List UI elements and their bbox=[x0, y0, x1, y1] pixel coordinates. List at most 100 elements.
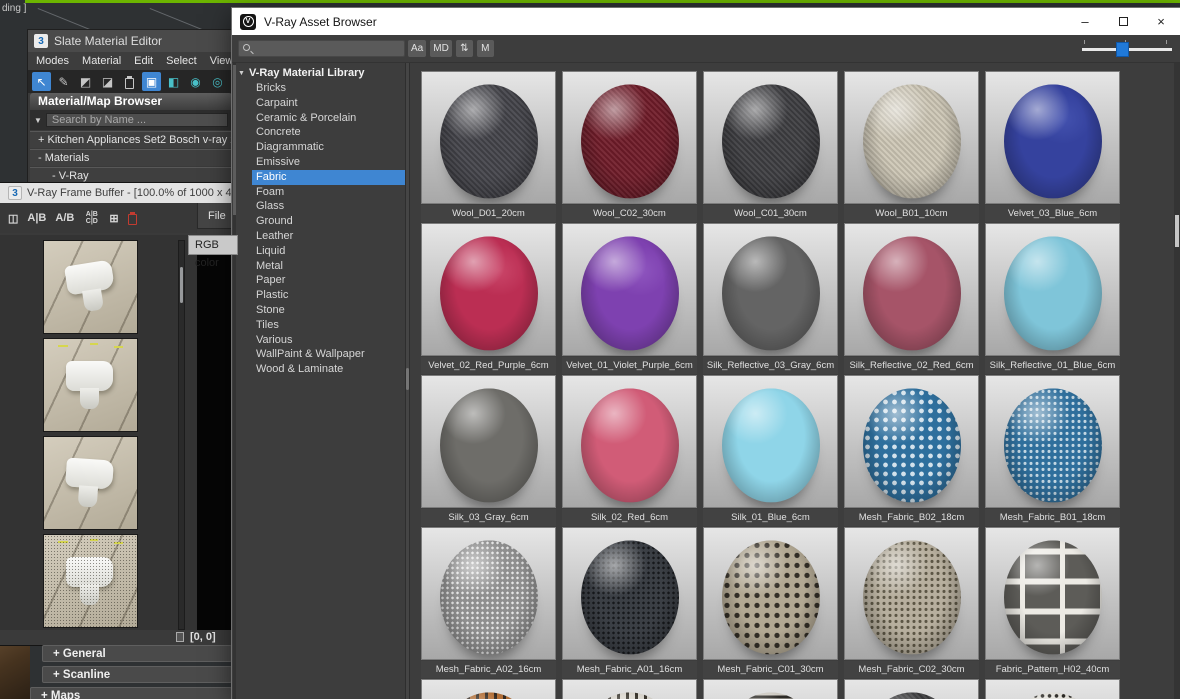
md-filter-button[interactable]: MD bbox=[430, 40, 452, 57]
material-card[interactable]: Velvet_03_Blue_6cm bbox=[985, 71, 1120, 222]
duplicate-to-host-icon[interactable]: ⊞ bbox=[109, 212, 118, 225]
material-card[interactable]: Wool_C02_30cm bbox=[562, 71, 697, 222]
splitter-grip[interactable] bbox=[406, 368, 409, 390]
material-card[interactable]: Velvet_02_Red_Purple_6cm bbox=[421, 223, 556, 374]
vfb-channel-dropdown[interactable]: RGB color bbox=[188, 235, 238, 255]
material-card[interactable]: Wool_D01_20cm bbox=[421, 71, 556, 222]
rollout-general[interactable]: + General bbox=[42, 645, 232, 662]
category-glass[interactable]: Glass bbox=[252, 199, 405, 214]
scrollbar-thumb[interactable] bbox=[180, 267, 183, 303]
material-card[interactable]: Fabric_Pattern_H02_40cm bbox=[985, 527, 1120, 678]
menu-view[interactable]: View bbox=[210, 55, 234, 67]
collapse-arrow-icon[interactable]: ▼ bbox=[238, 70, 245, 77]
material-sphere bbox=[440, 388, 538, 502]
tree-row[interactable]: + Kitchen Appliances Set2 Bosch v-ray 20… bbox=[30, 131, 234, 148]
category-wallpaint-wallpaper[interactable]: WallPaint & Wallpaper bbox=[252, 347, 405, 362]
category-foam[interactable]: Foam bbox=[252, 185, 405, 200]
ab-diagonal-compare-icon[interactable]: A/B bbox=[55, 212, 74, 224]
layout-nodes-icon[interactable]: ▣ bbox=[142, 72, 161, 91]
material-card[interactable]: Silk_03_Gray_6cm bbox=[421, 375, 556, 526]
sort-toggle-button[interactable]: ⇅ bbox=[456, 40, 473, 57]
rollout-scanline[interactable]: + Scanline bbox=[42, 666, 232, 683]
category-paper[interactable]: Paper bbox=[252, 273, 405, 288]
material-card[interactable]: Wool_B01_10cm bbox=[844, 71, 979, 222]
category-emissive[interactable]: Emissive bbox=[252, 155, 405, 170]
menu-select[interactable]: Select bbox=[166, 55, 197, 67]
category-various[interactable]: Various bbox=[252, 333, 405, 348]
thumbnail-size-slider[interactable] bbox=[1080, 35, 1174, 63]
menu-material[interactable]: Material bbox=[82, 55, 121, 67]
material-card-partial[interactable] bbox=[421, 679, 556, 699]
render-history-scrollbar[interactable] bbox=[178, 240, 185, 630]
material-card[interactable]: Mesh_Fabric_C01_30cm bbox=[703, 527, 838, 678]
maximize-button[interactable] bbox=[1104, 8, 1142, 35]
search-by-name-field[interactable]: Search by Name ... bbox=[46, 113, 228, 127]
vfb-title-bar[interactable]: 3 V-Ray Frame Buffer - [100.0% of 1000 x… bbox=[0, 183, 238, 203]
slider-handle[interactable] bbox=[1116, 42, 1129, 57]
material-card[interactable]: Mesh_Fabric_C02_30cm bbox=[844, 527, 979, 678]
library-root-node[interactable]: ▼ V-Ray Material Library bbox=[238, 67, 365, 79]
material-card[interactable]: Silk_Reflective_01_Blue_6cm bbox=[985, 223, 1120, 374]
assign-material-icon[interactable]: ◧ bbox=[164, 72, 183, 91]
category-tiles[interactable]: Tiles bbox=[252, 318, 405, 333]
select-tool-icon[interactable]: ↖ bbox=[32, 72, 51, 91]
material-name: Velvet_02_Red_Purple_6cm bbox=[421, 357, 556, 374]
category-liquid[interactable]: Liquid bbox=[252, 244, 405, 259]
material-card-partial[interactable] bbox=[562, 679, 697, 699]
tree-row[interactable]: - Materials bbox=[30, 149, 234, 166]
render-history-thumbnail[interactable] bbox=[43, 534, 138, 628]
material-card[interactable]: Mesh_Fabric_A02_16cm bbox=[421, 527, 556, 678]
close-button[interactable]: × bbox=[1142, 8, 1180, 35]
render-history-thumbnail[interactable] bbox=[43, 338, 138, 432]
material-card-partial[interactable] bbox=[985, 679, 1120, 699]
category-bricks[interactable]: Bricks bbox=[252, 81, 405, 96]
clear-image-icon[interactable] bbox=[128, 211, 137, 225]
abcd-compare-icon[interactable]: A|B C|D bbox=[83, 211, 100, 225]
scrollbar-thumb[interactable] bbox=[1175, 215, 1179, 247]
material-card[interactable]: Mesh_Fabric_B02_18cm bbox=[844, 375, 979, 526]
menu-modes[interactable]: Modes bbox=[36, 55, 69, 67]
show-end-result-icon[interactable]: ◎ bbox=[208, 72, 227, 91]
material-card[interactable]: Silk_02_Red_6cm bbox=[562, 375, 697, 526]
material-card[interactable]: Mesh_Fabric_A01_16cm bbox=[562, 527, 697, 678]
material-card-partial[interactable] bbox=[844, 679, 979, 699]
category-metal[interactable]: Metal bbox=[252, 259, 405, 274]
category-ground[interactable]: Ground bbox=[252, 214, 405, 229]
category-carpaint[interactable]: Carpaint bbox=[252, 96, 405, 111]
category-fabric[interactable]: Fabric bbox=[252, 170, 405, 185]
material-card[interactable]: Silk_01_Blue_6cm bbox=[703, 375, 838, 526]
minimize-button[interactable]: – bbox=[1066, 8, 1104, 35]
material-card[interactable]: Mesh_Fabric_B01_18cm bbox=[985, 375, 1120, 526]
material-card[interactable]: Silk_Reflective_02_Red_6cm bbox=[844, 223, 979, 374]
save-image-icon[interactable]: ◫ bbox=[8, 212, 18, 225]
menu-edit[interactable]: Edit bbox=[134, 55, 153, 67]
m-filter-button[interactable]: M bbox=[477, 40, 494, 57]
pick-material-icon[interactable]: ✎ bbox=[54, 72, 73, 91]
delete-icon[interactable] bbox=[120, 72, 139, 91]
grid-scrollbar[interactable] bbox=[1174, 63, 1180, 699]
match-case-button[interactable]: Aa bbox=[408, 40, 426, 57]
asset-search-input[interactable] bbox=[238, 40, 405, 57]
category-stone[interactable]: Stone bbox=[252, 303, 405, 318]
category-concrete[interactable]: Concrete bbox=[252, 125, 405, 140]
rollout-maps[interactable]: + Maps bbox=[30, 687, 232, 699]
dropdown-arrow-icon[interactable]: ▼ bbox=[34, 116, 42, 125]
render-history-thumbnail[interactable] bbox=[43, 436, 138, 530]
material-card-partial[interactable] bbox=[703, 679, 838, 699]
slate-title-bar[interactable]: 3 Slate Material Editor bbox=[28, 30, 234, 52]
render-history-thumbnail[interactable] bbox=[43, 240, 138, 334]
material-card[interactable]: Wool_C01_30cm bbox=[703, 71, 838, 222]
material-card[interactable]: Velvet_01_Violet_Purple_6cm bbox=[562, 223, 697, 374]
sample-b-icon[interactable]: ◪ bbox=[98, 72, 117, 91]
sample-a-icon[interactable]: ◩ bbox=[76, 72, 95, 91]
category-wood-laminate[interactable]: Wood & Laminate bbox=[252, 362, 405, 377]
material-card[interactable]: Silk_Reflective_03_Gray_6cm bbox=[703, 223, 838, 374]
category-leather[interactable]: Leather bbox=[252, 229, 405, 244]
category-plastic[interactable]: Plastic bbox=[252, 288, 405, 303]
ab-horizontal-compare-icon[interactable]: A|B bbox=[27, 212, 46, 224]
category-diagrammatic[interactable]: Diagrammatic bbox=[252, 140, 405, 155]
show-map-icon[interactable]: ◉ bbox=[186, 72, 205, 91]
category-ceramic-porcelain[interactable]: Ceramic & Porcelain bbox=[252, 111, 405, 126]
asset-browser-title-bar[interactable]: V V-Ray Asset Browser – × bbox=[232, 8, 1180, 35]
tree-row[interactable]: - V-Ray bbox=[30, 167, 234, 184]
